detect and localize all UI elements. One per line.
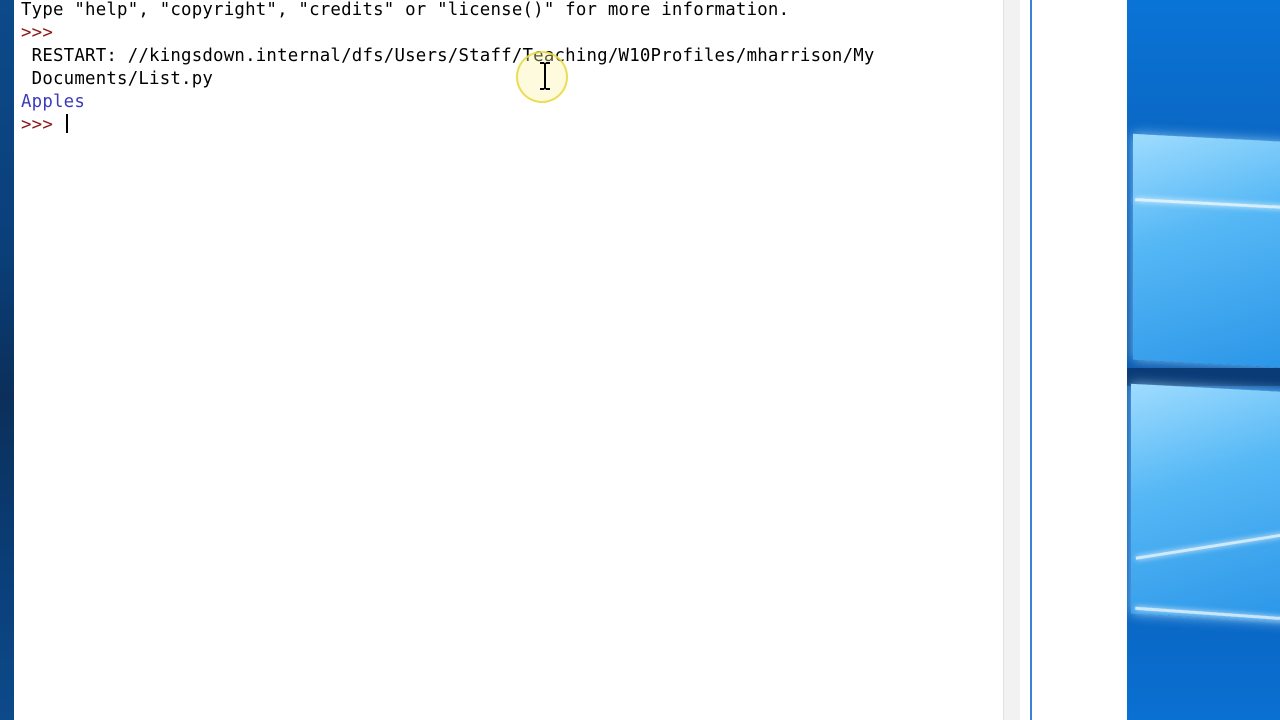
desktop-background-right (1127, 0, 1280, 720)
active-prompt-line[interactable]: >>> (21, 114, 68, 137)
windows-logo-lower-pane (1131, 383, 1280, 623)
logo-divider (1127, 368, 1280, 386)
windows-logo-icon (1133, 133, 1280, 369)
vertical-scrollbar[interactable] (1003, 0, 1020, 720)
restart-line-continued: Documents/List.py (21, 69, 214, 89)
python-shell-window: Type "help", "copyright", "credits" or "… (14, 0, 1033, 720)
prompt-line: >>> (21, 23, 64, 43)
i-beam-cursor-icon (540, 62, 550, 90)
restart-line: RESTART: //kingsdown.internal/dfs/Users/… (21, 46, 875, 66)
desktop-background-left (0, 0, 14, 720)
screen: Type "help", "copyright", "credits" or "… (0, 0, 1280, 720)
program-output-line: Apples (21, 92, 86, 112)
shell-text-area[interactable]: Type "help", "copyright", "credits" or "… (14, 0, 1002, 720)
background-window[interactable] (1032, 0, 1127, 720)
banner-line: Type "help", "copyright", "credits" or "… (21, 0, 790, 20)
prompt-marker: >>> (21, 115, 64, 135)
text-caret (65, 114, 68, 133)
